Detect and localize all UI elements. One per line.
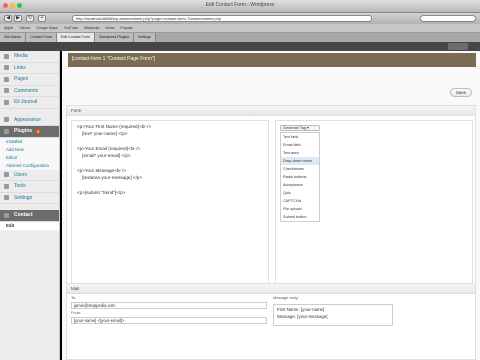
- reload-icon[interactable]: ↻: [26, 15, 34, 22]
- sidebar-item[interactable]: Users: [0, 170, 59, 181]
- back-icon[interactable]: ◀: [4, 15, 12, 22]
- sidebar-subitem[interactable]: Installed: [0, 137, 59, 146]
- browser-search-field[interactable]: [420, 15, 476, 22]
- form-shortcode[interactable]: [contact-form 1 "Contact Page Form"]: [68, 53, 476, 67]
- browser-window: Edit Contact Form ‹ Wordpress ◀ ▶ ↻ + ht…: [0, 0, 480, 360]
- bookmark-link[interactable]: Yahoo!: [19, 26, 30, 30]
- bookmark-link[interactable]: Google Maps: [36, 26, 57, 30]
- tag-menu-item[interactable]: Checkboxes: [281, 165, 319, 173]
- menu-icon: [4, 195, 9, 201]
- sidebar-subitem[interactable]: Akismet Configuration: [0, 161, 59, 170]
- bookmark-link[interactable]: Apple: [4, 26, 13, 30]
- tab-bar: Site Admin Contact Form Edit Contact Form W…: [0, 33, 480, 42]
- menu-icon: [4, 117, 9, 123]
- to-label: To:: [71, 296, 77, 300]
- tag-menu-item[interactable]: Radio buttons: [281, 173, 319, 181]
- tag-menu-item[interactable]: Submit button: [281, 213, 319, 221]
- generate-tag-dropdown[interactable]: Generate Tag ▾: [280, 125, 320, 131]
- menu-icon: [4, 128, 9, 134]
- sidebar-item[interactable]: Comments: [0, 86, 59, 97]
- sidebar-item-label: Appearance: [14, 116, 41, 123]
- bookmark-link[interactable]: News: [105, 26, 114, 30]
- bookmarks-bar: Apple Yahoo! Google Maps YouTube Wikipedia Ne…: [0, 24, 480, 33]
- browser-tab[interactable]: Contact Form: [26, 33, 57, 42]
- admin-header: [0, 42, 480, 51]
- sidebar-item[interactable]: Tools: [0, 181, 59, 193]
- sidebar-item-contact[interactable]: Contact: [0, 210, 59, 222]
- message-body-line: Message: [your-message]: [277, 313, 328, 319]
- tag-menu-item[interactable]: Email field: [281, 141, 319, 149]
- tag-menu-item[interactable]: CAPTCHA: [281, 197, 319, 205]
- menu-icon: [4, 172, 9, 178]
- sidebar-item-label: Eli Journal: [14, 99, 38, 106]
- menu-icon: [4, 99, 9, 105]
- sidebar-item-label: Contact: [14, 212, 33, 219]
- sidebar-item[interactable]: Pages: [0, 74, 59, 86]
- message-body-field[interactable]: First Name: [your-name] Message: [your-me…: [273, 304, 393, 326]
- browser-tab[interactable]: Edit Contact Form: [56, 33, 95, 42]
- forward-icon[interactable]: ▶: [14, 15, 22, 22]
- bookmark-link[interactable]: Popular: [120, 26, 132, 30]
- address-bar[interactable]: http://localhost:8888/wp-admin/admin.php…: [72, 15, 372, 22]
- sidebar-item[interactable]: Links: [0, 63, 59, 74]
- sidebar-subitem-edit[interactable]: Edit: [0, 221, 59, 230]
- sidebar-item-label: Plugins: [14, 128, 33, 135]
- sidebar-item-label: Media: [14, 53, 28, 60]
- sidebar-item-label: Pages: [14, 76, 29, 83]
- sidebar-item-label: Tools: [14, 183, 26, 190]
- sidebar-item-label: Users: [14, 171, 28, 178]
- menu-icon: [4, 65, 9, 71]
- window-titlebar: Edit Contact Form ‹ Wordpress: [0, 0, 480, 13]
- sidebar-item[interactable]: Settings: [0, 193, 59, 204]
- tag-menu-item[interactable]: Drop-down menu: [281, 157, 319, 165]
- mail-icon: [4, 212, 9, 218]
- tag-generator-menu: Text field Email field Text area Drop-down …: [280, 132, 320, 222]
- bookmark-link[interactable]: Wikipedia: [84, 26, 100, 30]
- admin-header-button[interactable]: [448, 43, 468, 50]
- main-content: [contact-form 1 "Contact Page Form"] Sav…: [62, 51, 480, 360]
- tag-menu-item[interactable]: Text field: [281, 133, 319, 141]
- bookmark-link[interactable]: YouTube: [64, 26, 78, 30]
- browser-tab[interactable]: Wordpress Plugins: [94, 33, 135, 42]
- sidebar-subitem[interactable]: Editor: [0, 153, 59, 162]
- form-section-title: Form: [67, 106, 475, 116]
- update-count-badge: 2: [35, 128, 42, 134]
- sidebar-subitem[interactable]: Add New: [0, 145, 59, 154]
- sidebar-item[interactable]: Eli Journal: [0, 97, 59, 109]
- add-bookmark-icon[interactable]: +: [38, 15, 46, 22]
- sidebar-item[interactable]: Appearance: [0, 115, 59, 126]
- sidebar-item-label: Links: [14, 64, 26, 71]
- browser-tab[interactable]: Site Admin: [0, 33, 27, 42]
- tag-menu-item[interactable]: Quiz: [281, 189, 319, 197]
- browser-tab[interactable]: Settings: [134, 33, 157, 42]
- save-button[interactable]: Save: [450, 88, 472, 97]
- tag-menu-item[interactable]: File upload: [281, 205, 319, 213]
- browser-toolbar: ◀ ▶ ↻ + http://localhost:8888/wp-admin/a…: [0, 13, 480, 24]
- message-body-label: Message body:: [273, 296, 299, 300]
- to-field[interactable]: jamie@stoppedia.com: [71, 302, 267, 309]
- window-title: Edit Contact Form ‹ Wordpress: [205, 2, 275, 8]
- from-label: From:: [71, 311, 81, 315]
- admin-sidebar: Media Links Pages Comments Eli Journal Appear…: [0, 51, 60, 360]
- sidebar-item[interactable]: Plugins 2: [0, 126, 59, 138]
- mail-section-title: Mail: [67, 284, 475, 294]
- tag-menu-item[interactable]: Text area: [281, 149, 319, 157]
- sidebar-item-label: Comments: [14, 87, 39, 94]
- menu-icon: [4, 183, 9, 189]
- form-code-line: <p>[submit "Send"]</p>: [77, 190, 126, 195]
- sidebar-item-label: Settings: [14, 194, 33, 201]
- from-field[interactable]: [your-name] <[your-email]>: [71, 317, 267, 324]
- menu-icon: [4, 76, 9, 82]
- tag-menu-item[interactable]: Acceptance: [281, 181, 319, 189]
- menu-icon: [4, 88, 9, 94]
- sidebar-item[interactable]: Media: [0, 51, 59, 63]
- menu-icon: [4, 53, 9, 59]
- mail-panel: Mail To: jamie@stoppedia.com From: [your…: [66, 283, 476, 360]
